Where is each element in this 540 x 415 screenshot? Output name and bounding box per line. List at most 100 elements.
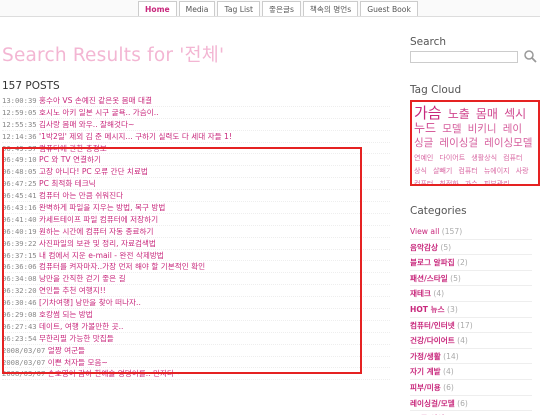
post-row: 06:23:54 무한리필 가능한 맛집들 (2, 333, 390, 345)
tag-link[interactable]: 생활상식 (471, 154, 497, 162)
tag-link[interactable]: 가슴 (414, 104, 442, 122)
post-row: 06:34:08 낭만을 간직한 걷기 좋은 길 (2, 273, 390, 286)
category-item[interactable]: View all (157) (410, 224, 532, 240)
tag-link[interactable]: 피부관리 (484, 180, 510, 184)
category-list: View all (157) 음악감상 (5) 블로그 알파집 (2) 패션/스타일 … (410, 224, 532, 415)
tag-link[interactable]: 최적화 (439, 180, 458, 184)
category-count: (6) (457, 398, 468, 408)
tag-link[interactable]: 비키니 (468, 123, 497, 135)
tag-link[interactable]: 섹시 (504, 107, 526, 121)
post-link[interactable]: 완벽하게 파일을 지우는 방법, 복구 방법 (39, 203, 165, 212)
post-link[interactable]: 사진파일의 보관 및 정리, 자료검색법 (39, 239, 156, 248)
post-link[interactable]: 연인들 추천 여행지!! (39, 286, 106, 295)
post-link[interactable]: 컴퓨터를 켜자마자..가장 먼저 해야 할 기본적인 확인 (39, 262, 205, 271)
post-time: 06:41:40 (2, 214, 37, 224)
post-link[interactable]: 데이트, 여행 가볼만한 곳.. (39, 322, 123, 331)
nav-tab[interactable]: 책속의 명언s (302, 1, 359, 16)
post-time: 13:00:39 (2, 96, 37, 105)
post-link[interactable]: 내 컴에서 지운 e-mail - 완전 삭제방법 (39, 251, 164, 260)
category-count: (5) (440, 242, 452, 252)
category-name: HOT 뉴스 (410, 304, 445, 314)
post-link[interactable]: 컴퓨터 아는 만큼 쉬워진다 (39, 191, 123, 200)
nav-tab[interactable]: Media (178, 1, 216, 16)
post-time: 06:36:06 (2, 262, 37, 272)
category-item[interactable]: 건강/다이어트 (4) (410, 333, 532, 349)
post-link[interactable]: 손호영이 감히 한예슬 엉덩이를.. 만지다~ (48, 369, 181, 378)
category-count: (2) (456, 258, 468, 268)
tag-link[interactable]: 상식 (414, 167, 427, 175)
category-item[interactable]: 재테크 (4) (410, 286, 532, 302)
post-link[interactable]: [기차여행] 낭만을 찾아 떠나자.. (39, 298, 141, 307)
post-row: 06:29:08 호캉썸 되는 방법 (2, 309, 390, 321)
category-item[interactable]: 가정/생활 (14) (410, 349, 532, 365)
tag-link[interactable]: 컴퓨터 (503, 154, 522, 162)
post-link[interactable]: 카세트테이프 파일 컴퓨터에 저장하기 (39, 215, 158, 224)
nav-tab[interactable]: 좋은글s (262, 1, 301, 16)
page-title: Search Results for '전체' (2, 45, 225, 66)
tag-link[interactable]: 레이 (503, 123, 522, 135)
tag-link[interactable]: 레이싱걸 (439, 137, 478, 149)
nav-tab[interactable]: Home (138, 1, 177, 16)
category-item[interactable]: HOT 뉴스 (3) (410, 302, 532, 318)
post-link[interactable]: 무한리필 가능한 맛집들 (39, 334, 114, 343)
category-item[interactable]: 컴퓨터/인터넷 (17) (410, 318, 532, 334)
post-link[interactable]: 호캉썸 되는 방법 (39, 310, 93, 319)
tag-link[interactable]: 가수 (465, 180, 478, 184)
post-link[interactable]: 홍수아 VS 손예진 같은옷 몸매 대결 (39, 96, 152, 105)
category-item[interactable]: 음악감상 (5) (410, 240, 532, 256)
tag-link[interactable]: 컴퓨터 (458, 167, 477, 175)
category-name: 건강/다이어트 (410, 336, 455, 346)
post-row: 06:40:19 원하는 시간에 컴퓨터 자동 종료하기 (2, 226, 390, 238)
post-link[interactable]: 원하는 시간에 컴퓨터 자동 종료하기 (39, 227, 153, 236)
post-link[interactable]: 호시노 아키 일본 시구 굴욕.. 가슴이.. (39, 108, 159, 117)
post-link[interactable]: 낭만을 간직한 걷기 좋은 길 (39, 274, 126, 283)
post-row: 06:41:40 카세트테이프 파일 컴퓨터에 저장하기 (2, 214, 390, 226)
post-time: 06:37:15 (2, 250, 37, 260)
category-item[interactable]: 레이싱걸/모델 (6) (410, 396, 532, 412)
post-time: 06:32:20 (2, 286, 37, 296)
search-icon[interactable] (523, 49, 537, 63)
category-item[interactable]: 19금/성인 (5) (410, 411, 532, 415)
category-name: 가정/생활 (410, 351, 441, 361)
nav-tab[interactable]: Guest Book (360, 1, 418, 16)
post-link[interactable]: 이쁜 처자들 모음~ (48, 358, 108, 367)
category-item[interactable]: 자기 계발 (4) (410, 364, 532, 380)
category-item[interactable]: 패션/스타일 (5) (410, 271, 532, 287)
post-link[interactable]: 얼짱 여군들 (48, 346, 85, 355)
nav-tab[interactable]: Tag List (217, 1, 260, 16)
post-time: 2008/03/07 (2, 345, 46, 355)
post-time: 06:27:43 (2, 321, 37, 331)
tag-link[interactable]: 몸매 (476, 107, 498, 121)
post-link[interactable]: 고장 아니다! PC 오류 간단 치료법 (39, 167, 148, 176)
post-row: 12:14:36 '1박2일' 제외 김 준 메시지... 구하기 실력도 다 … (2, 131, 390, 143)
post-link[interactable]: '1박2일' 제외 김 준 메시지... 구하기 실력도 다 세대 자들 1! (39, 132, 232, 141)
tag-link[interactable]: 연예인 (414, 154, 433, 162)
category-item[interactable]: 피부/미용 (6) (410, 380, 532, 396)
category-name: 블로그 알파집 (410, 258, 455, 268)
post-time: 2008/03/07 (2, 369, 46, 379)
post-link[interactable]: PC 와 TV 연결하기 (39, 155, 101, 164)
tag-link[interactable]: 모델 (442, 123, 461, 135)
post-row: 06:36:06 컴퓨터를 켜자마자..가장 먼저 해야 할 기본적인 확인 (2, 261, 390, 274)
tag-link[interactable]: 사랑 (516, 167, 529, 175)
post-row: 06:39:22 사진파일의 보관 및 정리, 자료검색법 (2, 238, 390, 250)
tag-link[interactable]: 노출 (448, 107, 470, 121)
category-name: 패션/스타일 (410, 273, 448, 283)
tag-cloud: 가슴 노출 몸매 섹시 누드 모델 비키니 레이 싱글 레이싱걸 레이싱모델 연… (410, 100, 540, 186)
post-link[interactable]: 컴퓨터에 관한 총정보 (39, 144, 107, 153)
post-time: 06:43:16 (2, 203, 37, 213)
search-input[interactable] (410, 51, 518, 63)
tag-link[interactable]: 레이싱모델 (484, 137, 532, 149)
category-item[interactable]: 블로그 알파집 (2) (410, 255, 532, 271)
category-count: (6) (443, 382, 454, 392)
tag-link[interactable]: 싱글 (414, 137, 433, 149)
post-link[interactable]: 김사랑 몸매 와우.. 잘해것다~ (39, 120, 134, 129)
category-name: 자기 계발 (410, 367, 441, 377)
tag-link[interactable]: 컴퓨터 (414, 180, 433, 184)
category-count: (3) (447, 304, 458, 314)
tag-link[interactable]: 다이어트 (439, 154, 465, 162)
tag-link[interactable]: 살빼기 (433, 167, 452, 175)
tag-link[interactable]: 뉴에이지 (484, 167, 510, 175)
post-link[interactable]: PC 최적화 테크닉 (39, 179, 96, 188)
tag-link[interactable]: 누드 (414, 121, 436, 135)
